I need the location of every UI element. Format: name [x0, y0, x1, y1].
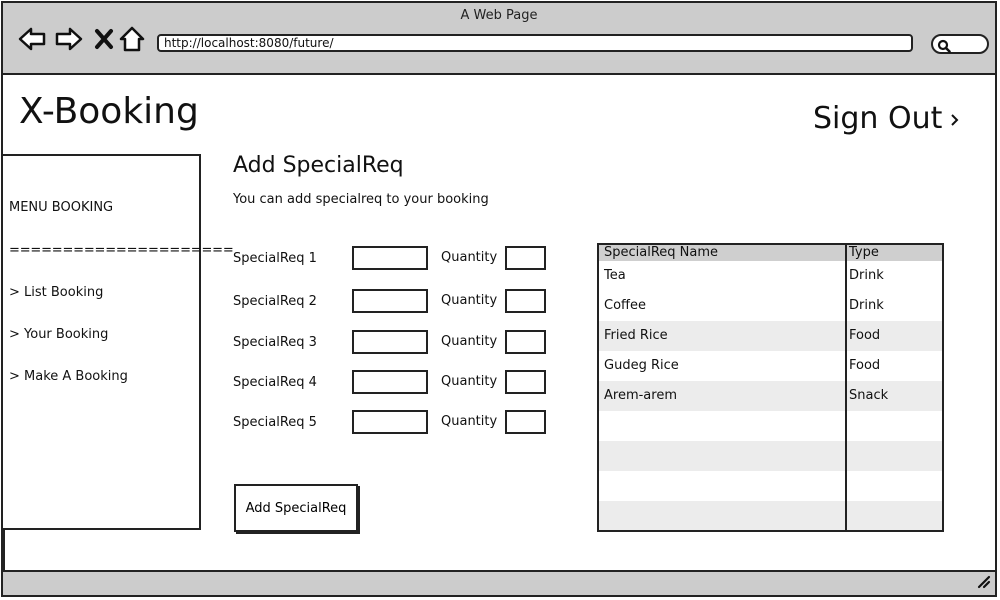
specialreq-2-input[interactable] — [352, 289, 428, 313]
table-row[interactable]: Coffee Drink — [599, 291, 942, 321]
back-arrow-icon[interactable] — [17, 25, 47, 53]
quantity-3-label: Quantity — [441, 334, 498, 349]
table-row[interactable] — [599, 471, 942, 501]
table-row[interactable] — [599, 411, 942, 441]
brand-logo-text: X-Booking — [19, 91, 199, 132]
table-row[interactable]: Fried Rice Food — [599, 321, 942, 351]
quantity-2-input[interactable] — [505, 289, 546, 313]
quantity-2-label: Quantity — [441, 293, 498, 308]
close-icon[interactable] — [93, 25, 115, 53]
specialreq-5-input[interactable] — [352, 410, 428, 434]
table-cell-type: Food — [849, 358, 881, 373]
sidebar-heading: MENU BOOKING — [9, 200, 114, 215]
forward-arrow-icon[interactable] — [54, 25, 84, 53]
sidebar-item-your-booking[interactable]: > Your Booking — [9, 327, 108, 342]
browser-chrome: A Web Page http://localhost:8080/future/ — [3, 3, 995, 75]
column-header-type: Type — [849, 245, 879, 260]
resize-grip-icon[interactable] — [975, 573, 991, 593]
specialreq-1-label: SpecialReq 1 — [233, 251, 317, 266]
specialreq-5-label: SpecialReq 5 — [233, 415, 317, 430]
url-bar[interactable]: http://localhost:8080/future/ — [157, 34, 913, 52]
table-row[interactable]: Arem-arem Snack — [599, 381, 942, 411]
window-left-edge — [3, 530, 5, 574]
table-header-row: SpecialReq Name Type — [599, 245, 942, 261]
specialreq-4-label: SpecialReq 4 — [233, 375, 317, 390]
status-bar — [3, 570, 995, 595]
specialreq-3-input[interactable] — [352, 330, 428, 354]
sidebar-divider: ===================== — [9, 243, 234, 258]
table-row[interactable] — [599, 501, 942, 530]
sidebar-item-make-a-booking[interactable]: > Make A Booking — [9, 369, 128, 384]
sign-out-label: Sign Out — [813, 101, 943, 136]
table-cell-type: Drink — [849, 298, 884, 313]
browser-search-box[interactable] — [931, 34, 989, 54]
table-cell-name: Gudeg Rice — [604, 358, 679, 373]
quantity-1-label: Quantity — [441, 250, 498, 265]
table-cell-type: Drink — [849, 268, 884, 283]
specialreq-4-input[interactable] — [352, 370, 428, 394]
table-row[interactable] — [599, 441, 942, 471]
table-cell-type: Food — [849, 328, 881, 343]
specialreq-2-label: SpecialReq 2 — [233, 294, 317, 309]
browser-window: A Web Page http://localhost:8080/future/… — [1, 1, 997, 597]
table-cell-name: Tea — [604, 268, 626, 283]
sidebar-menu: MENU BOOKING ===================== > Lis… — [3, 154, 234, 530]
search-icon — [937, 38, 951, 57]
column-header-name: SpecialReq Name — [604, 245, 719, 260]
sidebar-item-list-booking[interactable]: > List Booking — [9, 285, 103, 300]
quantity-5-input[interactable] — [505, 410, 546, 434]
quantity-4-label: Quantity — [441, 374, 498, 389]
specialreq-3-label: SpecialReq 3 — [233, 335, 317, 350]
table-cell-name: Coffee — [604, 298, 646, 313]
page-description: You can add specialreq to your booking — [233, 192, 489, 207]
specialreq-table: SpecialReq Name Type Tea Drink Coffee Dr… — [597, 243, 944, 532]
window-title: A Web Page — [460, 8, 538, 23]
sign-out-link[interactable]: Sign Out — [813, 101, 960, 136]
home-icon[interactable] — [119, 25, 145, 53]
add-specialreq-button[interactable]: Add SpecialReq — [234, 484, 358, 532]
specialreq-1-input[interactable] — [352, 246, 428, 270]
page-title: Add SpecialReq — [233, 153, 404, 178]
quantity-5-label: Quantity — [441, 414, 498, 429]
table-column-divider — [845, 245, 847, 530]
quantity-4-input[interactable] — [505, 370, 546, 394]
table-cell-type: Snack — [849, 388, 889, 403]
table-cell-name: Fried Rice — [604, 328, 668, 343]
chevron-right-icon — [950, 101, 960, 136]
table-cell-name: Arem-arem — [604, 388, 677, 403]
table-row[interactable]: Gudeg Rice Food — [599, 351, 942, 381]
table-row[interactable]: Tea Drink — [599, 261, 942, 291]
quantity-1-input[interactable] — [505, 246, 546, 270]
quantity-3-input[interactable] — [505, 330, 546, 354]
